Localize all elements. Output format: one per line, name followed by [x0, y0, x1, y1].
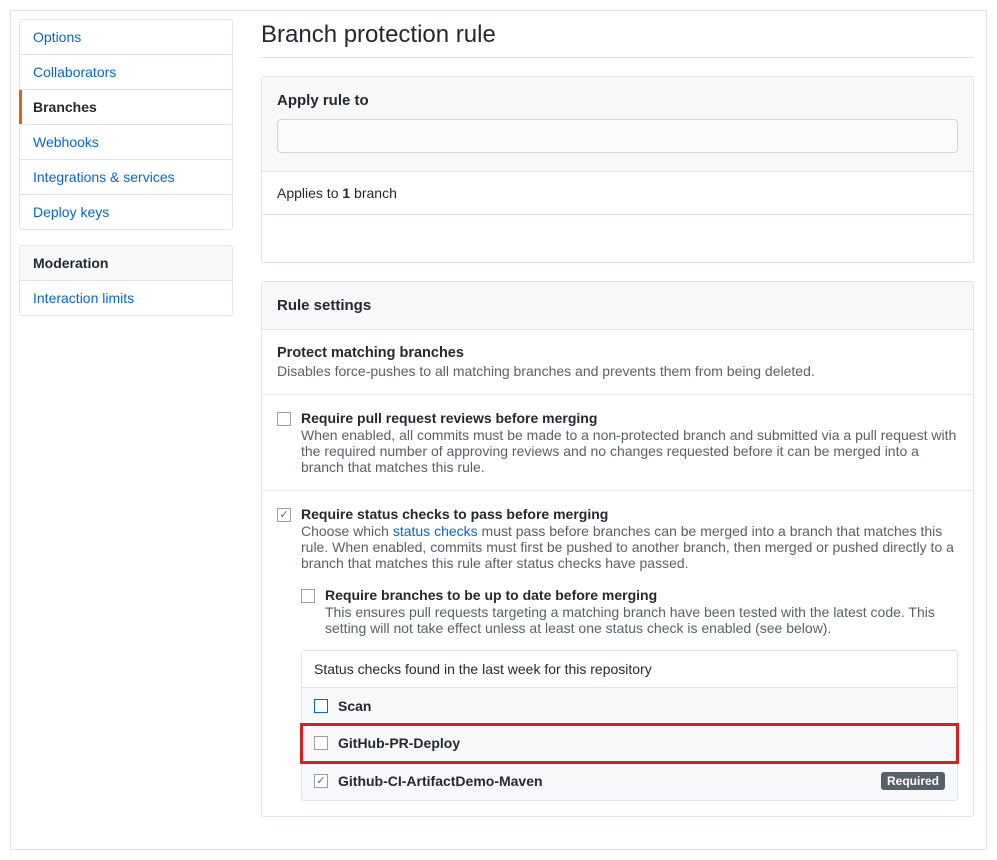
require-pr-checkbox[interactable]: [277, 412, 291, 426]
uptodate-block: Require branches to be up to date before…: [301, 587, 958, 801]
sidebar-item-interaction-limits[interactable]: Interaction limits: [20, 281, 232, 315]
applies-row: Applies to 1 branch: [262, 171, 973, 214]
sidebar-item-webhooks[interactable]: Webhooks: [20, 125, 232, 160]
protect-section: Protect matching branches Disables force…: [262, 330, 973, 395]
require-status-checkbox[interactable]: [277, 508, 291, 522]
require-pr-label: Require pull request reviews before merg…: [301, 410, 958, 426]
status-check-checkbox[interactable]: [314, 699, 328, 713]
status-check-checkbox[interactable]: [314, 774, 328, 788]
uptodate-desc: This ensures pull requests targeting a m…: [325, 604, 958, 636]
applies-suffix: branch: [350, 185, 397, 201]
apply-rule-panel: Apply rule to Applies to 1 branch: [261, 76, 974, 263]
require-status-row: Require status checks to pass before mer…: [262, 491, 973, 816]
uptodate-label: Require branches to be up to date before…: [325, 587, 958, 603]
branch-pattern-input[interactable]: [277, 119, 958, 153]
main-content: Branch protection rule Apply rule to App…: [261, 11, 986, 849]
page-title: Branch protection rule: [261, 21, 974, 58]
status-checks-header: Status checks found in the last week for…: [302, 651, 957, 688]
sidebar-group-moderation: Moderation Interaction limits: [19, 245, 233, 316]
apply-rule-header: Apply rule to: [262, 77, 973, 171]
sidebar-item-options[interactable]: Options: [20, 20, 232, 55]
sidebar-item-integrations-services[interactable]: Integrations & services: [20, 160, 232, 195]
require-status-desc: Choose which status checks must pass bef…: [301, 523, 958, 571]
apply-rule-label: Apply rule to: [277, 92, 958, 109]
status-check-name: Github-CI-ArtifactDemo-Maven: [338, 773, 881, 789]
applies-count: 1: [342, 185, 350, 201]
rule-settings-header: Rule settings: [262, 282, 973, 330]
status-check-row: Scan: [302, 688, 957, 725]
require-status-label: Require status checks to pass before mer…: [301, 506, 958, 522]
spacer: [262, 214, 973, 262]
rule-settings-panel: Rule settings Protect matching branches …: [261, 281, 974, 817]
settings-container: OptionsCollaboratorsBranchesWebhooksInte…: [10, 10, 987, 850]
require-pr-row: Require pull request reviews before merg…: [262, 395, 973, 491]
uptodate-checkbox[interactable]: [301, 589, 315, 603]
applies-prefix: Applies to: [277, 185, 342, 201]
require-pr-desc: When enabled, all commits must be made t…: [301, 427, 958, 475]
protect-desc: Disables force-pushes to all matching br…: [277, 363, 958, 379]
sidebar-item-collaborators[interactable]: Collaborators: [20, 55, 232, 90]
status-checks-box: Status checks found in the last week for…: [301, 650, 958, 801]
status-check-name: Scan: [338, 698, 945, 714]
status-checks-link[interactable]: status checks: [393, 523, 478, 539]
status-check-checkbox[interactable]: [314, 736, 328, 750]
status-check-row: Github-CI-ArtifactDemo-MavenRequired: [302, 762, 957, 800]
status-check-name: GitHub-PR-Deploy: [338, 735, 945, 751]
status-check-row: GitHub-PR-Deploy: [302, 725, 957, 762]
sidebar-moderation-header: Moderation: [20, 246, 232, 281]
required-badge: Required: [881, 772, 945, 790]
sidebar-item-branches[interactable]: Branches: [20, 90, 232, 125]
sidebar-item-deploy-keys[interactable]: Deploy keys: [20, 195, 232, 229]
sidebar: OptionsCollaboratorsBranchesWebhooksInte…: [11, 11, 241, 849]
protect-title: Protect matching branches: [277, 345, 958, 361]
sidebar-group-main: OptionsCollaboratorsBranchesWebhooksInte…: [19, 19, 233, 230]
